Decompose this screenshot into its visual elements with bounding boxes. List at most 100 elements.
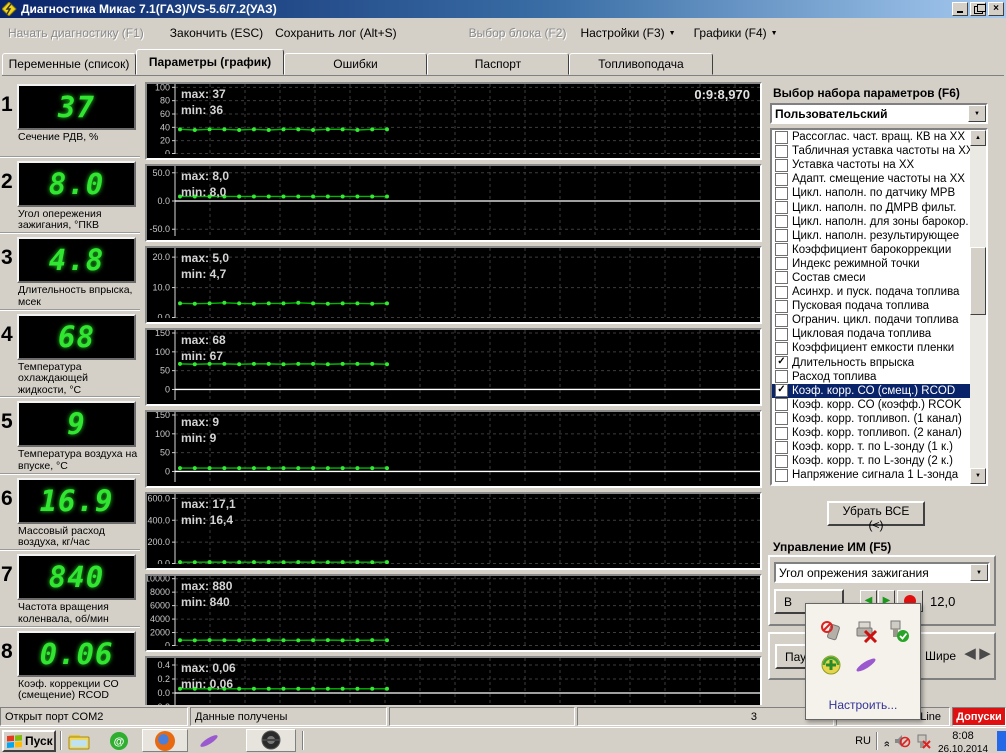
checkbox-icon[interactable] [775,468,788,482]
checkbox-icon[interactable] [775,370,788,384]
tray-icon-partial[interactable] [997,730,1006,751]
param-item[interactable]: Цикловая подача топлива [772,327,970,341]
menu-charts-label: Графики (F4) [693,26,767,40]
actuator-combo[interactable]: Угол опрежения зажигания ▼ [774,562,990,583]
param-item[interactable]: Коэффициент барокоррекции [772,243,970,257]
svg-text:20.0: 20.0 [152,252,170,262]
tab-parameters-chart[interactable]: Параметры (график) [136,49,284,75]
param-item[interactable]: Огранич. цикл. подачи топлива [772,313,970,327]
chart-timestamp: 0:9:8,970 [694,87,750,102]
language-indicator[interactable]: RU [855,735,871,747]
checkbox-icon[interactable] [775,201,788,215]
checkbox-icon[interactable] [775,257,788,271]
menu-charts[interactable]: Графики (F4) ▼ [694,26,778,40]
chart-6: 600.0 400.0 200.0 0.0 max: 17,1 min: 16,4 [145,492,762,570]
led-value: 9 [67,407,86,441]
checkbox-icon[interactable] [775,313,788,327]
param-item[interactable]: Пусковая подача топлива [772,299,970,313]
window-title: Диагностика Микас 7.1(ГАЗ)/VS-5.6/7.2(УА… [21,2,277,16]
param-item[interactable]: Напряжение сигнала 1 L-зонда [772,468,970,482]
param-item[interactable]: Коэф. корр. топливоп. (2 канал) [772,426,970,440]
antivirus-icon[interactable] [820,653,844,677]
param-item[interactable]: Коэф. корр. т. по L-зонду (2 к.) [772,454,970,468]
menu-finish[interactable]: Закончить (ESC) [170,26,263,40]
feather-icon[interactable] [854,653,878,677]
scroll-down-icon[interactable]: ▼ [970,468,986,484]
svg-text:10.0: 10.0 [152,283,170,293]
checkbox-icon[interactable] [775,144,788,158]
steering-launch-box[interactable] [246,729,296,752]
checkbox-icon[interactable] [775,215,788,229]
tab-passport[interactable]: Паспорт [427,53,569,75]
menu-save-log[interactable]: Сохранить лог (Alt+S) [275,26,397,40]
start-button[interactable]: Пуск [2,730,56,752]
param-item[interactable]: Уставка частоты на ХХ [772,158,970,172]
icq-icon[interactable]: @ [108,731,130,751]
param-item[interactable]: Табличная уставка частоты на ХХ [772,144,970,158]
tab-fuel-supply[interactable]: Топливоподача [569,53,713,75]
checkbox-icon[interactable] [775,299,788,313]
param-item[interactable]: Цикл. наполн. по датчику МРВ [772,186,970,200]
checkbox-icon[interactable] [775,454,788,468]
param-set-combo[interactable]: Пользовательский ▼ [770,103,988,124]
checkbox-icon[interactable] [775,172,788,186]
narrower-button[interactable]: ◀ [962,644,978,662]
param-item[interactable]: Цикл. наполн. результирующее [772,229,970,243]
checkbox-icon[interactable] [775,398,788,412]
chevron-up-icon[interactable]: » [881,735,893,746]
device-blocked-icon[interactable] [820,619,844,643]
tab-variables-list[interactable]: Переменные (список) [2,53,136,75]
checkbox-icon[interactable] [775,440,788,454]
checkbox-icon[interactable] [775,158,788,172]
param-item[interactable]: Коэф. корр. СО (коэфф.) RCOK [772,398,970,412]
param-item[interactable]: ✓ Длительность впрыска [772,356,970,370]
param-item[interactable]: Асинхр. и пуск. подача топлива [772,285,970,299]
param-item[interactable]: Коэффициент емкости пленки [772,341,970,355]
muted-speaker-icon[interactable] [893,733,911,749]
param-item[interactable]: ✓ Коэф. корр. СО (смещ.) RCOD [772,383,970,398]
param-item[interactable]: Коэф. корр. т. по L-зонду (1 к.) [772,440,970,454]
checkbox-icon[interactable] [775,327,788,341]
checkbox-icon[interactable] [775,243,788,257]
usb-ok-icon[interactable] [886,619,910,643]
tab-errors[interactable]: Ошибки [284,53,427,75]
checkbox-icon[interactable] [775,412,788,426]
checkbox-icon[interactable] [775,271,788,285]
close-button[interactable]: × [988,2,1004,16]
gauge-index: 7 [1,563,13,586]
usb-error-icon[interactable] [914,733,932,749]
folder-icon[interactable] [68,731,90,751]
clear-all-button[interactable]: Убрать ВСЕ (<) [827,501,925,532]
checkbox-icon[interactable]: ✓ [775,356,788,370]
feather-icon[interactable] [198,731,220,751]
param-item[interactable]: Рассоглас. част. вращ. КВ на ХХ [772,130,970,144]
checkbox-icon[interactable] [775,341,788,355]
minimize-button[interactable] [952,2,968,16]
restore-button[interactable] [970,2,986,16]
checkbox-icon[interactable] [775,186,788,200]
chevron-down-icon[interactable]: ▼ [968,105,986,122]
chart-min-label: min: 0,06 [181,677,234,691]
param-item[interactable]: Цикл. наполн. по ДМРВ фильт. [772,200,970,215]
param-item[interactable]: Индекс режимной точки [772,257,970,271]
checkbox-icon[interactable] [775,285,788,299]
checkbox-icon[interactable] [775,229,788,243]
param-item[interactable]: Состав смеси [772,271,970,285]
param-list-scrollbar[interactable]: ▲ ▼ [970,130,986,484]
chevron-down-icon[interactable]: ▼ [970,564,988,581]
param-item[interactable]: Коэф. корр. топливоп. (1 канал) [772,412,970,426]
checkbox-icon[interactable]: ✓ [775,384,788,398]
param-item[interactable]: Расход топлива [772,370,970,384]
tray-configure-link[interactable]: Настроить... [806,698,920,712]
param-item[interactable]: Цикл. наполн. для зоны барокор. [772,215,970,229]
printer-error-icon[interactable] [854,619,878,644]
firefox-launch-box[interactable] [142,729,188,752]
wider-button[interactable]: ▶ [977,644,993,662]
scrollbar-thumb[interactable] [970,247,986,315]
menu-settings[interactable]: Настройки (F3) ▼ [580,26,675,40]
scroll-up-icon[interactable]: ▲ [970,130,986,146]
checkbox-icon[interactable] [775,130,788,144]
checkbox-icon[interactable] [775,426,788,440]
param-label: Состав смеси [792,271,866,284]
param-item[interactable]: Адапт. смещение частоты на ХХ [772,172,970,186]
